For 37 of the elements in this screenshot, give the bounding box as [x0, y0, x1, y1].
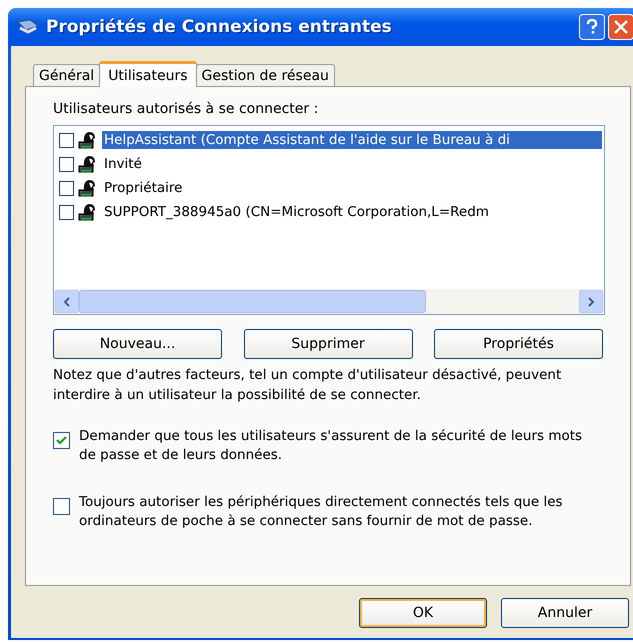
user-name: Invité	[103, 155, 143, 173]
option-label: Demander que tous les utilisateurs s'assurent de la sécurité de leurs mots de passe et de leurs données.	[79, 427, 584, 465]
user-icon	[78, 131, 98, 149]
help-icon	[584, 19, 600, 35]
help-button[interactable]	[579, 14, 605, 40]
checkbox[interactable]	[53, 432, 70, 449]
user-name: SUPPORT_388945a0 (CN=Microsoft Corporation,L=Redm	[103, 203, 490, 221]
user-name: Propriétaire	[103, 179, 184, 197]
scroll-right-icon[interactable]	[579, 290, 603, 313]
tab[interactable]: Général	[33, 64, 100, 86]
list-button[interactable]: Nouveau...	[53, 329, 222, 359]
option-label: Toujours autoriser les périphériques directement connectés tels que les ordinateurs de poche à se connecter sans fournir de mot de passe.	[79, 493, 564, 531]
close-icon	[613, 19, 629, 35]
scroll-left-icon[interactable]	[55, 290, 79, 313]
check-icon	[56, 435, 67, 446]
checkbox[interactable]	[59, 204, 74, 220]
note-text: Notez que d'autres facteurs, tel un compte d'utilisateur désactivé, peuvent interdire à un utilisateur la possibilité de se connecter.	[53, 366, 562, 405]
dialog-button[interactable]: Annuler	[501, 598, 629, 628]
horizontal-scrollbar[interactable]	[54, 289, 604, 314]
user-icon	[78, 155, 98, 173]
dialog-button[interactable]: OK	[359, 598, 487, 628]
window-title: Propriétés de Connexions entrantes	[46, 17, 393, 37]
tab[interactable]: Gestion de réseau	[196, 64, 335, 86]
scroll-thumb[interactable]	[79, 290, 426, 313]
user-icon	[78, 179, 98, 197]
user-name: HelpAssistant (Compte Assistant de l'aide sur le Bureau à di	[102, 131, 602, 149]
user-icon	[78, 203, 98, 221]
checkbox[interactable]	[53, 498, 70, 515]
list-button[interactable]: Propriétés	[434, 329, 603, 359]
tab[interactable]: Utilisateurs	[99, 61, 196, 87]
users-label: Utilisateurs autorisés à se connecter :	[53, 101, 320, 117]
list-button[interactable]: Supprimer	[244, 329, 412, 359]
checkbox[interactable]	[59, 180, 74, 196]
checkbox[interactable]	[59, 156, 74, 172]
network-icon	[16, 18, 40, 36]
checkbox[interactable]	[59, 132, 74, 148]
close-button[interactable]	[608, 14, 633, 40]
